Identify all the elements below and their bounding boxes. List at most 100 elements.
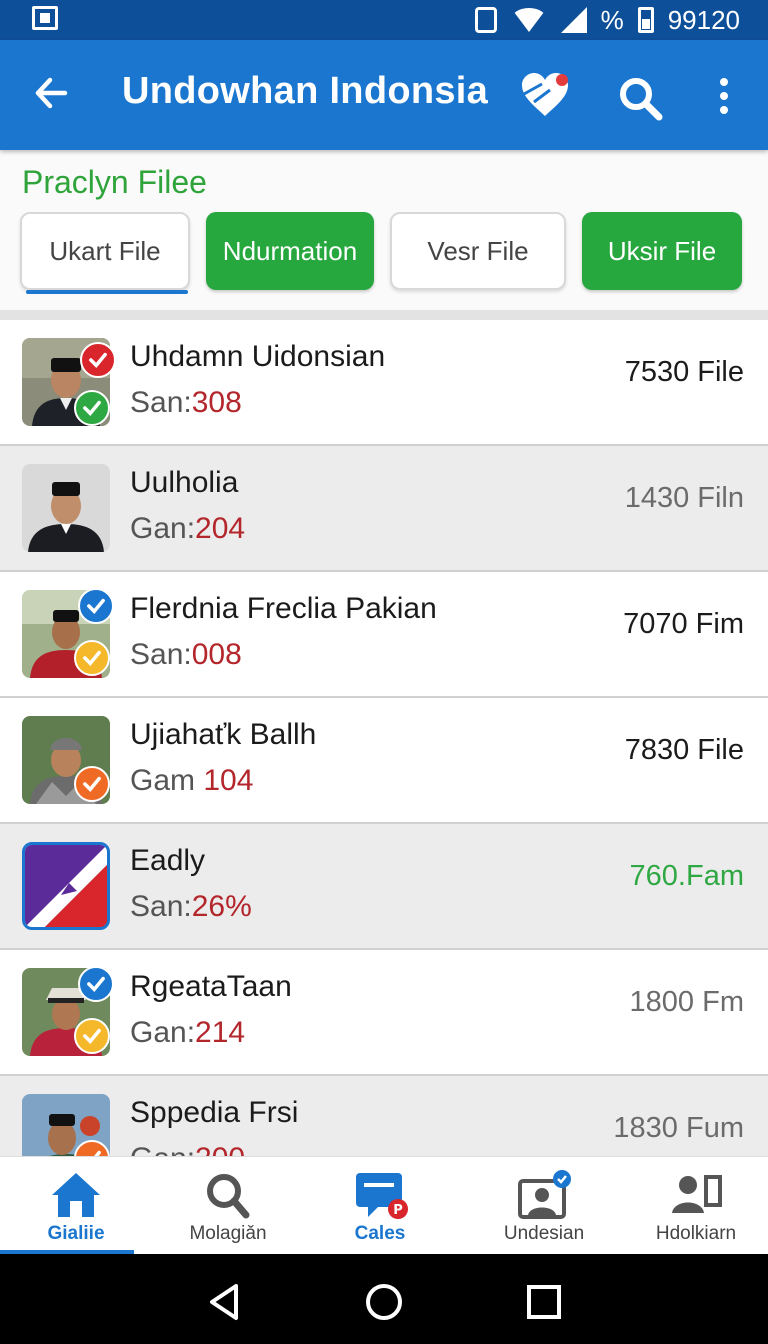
chat-badge-glyph: P: [393, 1203, 403, 1218]
blue-check-badge-icon: [78, 588, 114, 624]
tab-ndurmation[interactable]: Ndurmation: [206, 212, 374, 290]
chat-icon: P: [356, 1173, 408, 1219]
signal-icon: [560, 7, 587, 33]
nav-label: Hdolkiarn: [655, 1223, 737, 1244]
item-sub: San:308: [130, 386, 242, 420]
item-file-count: 1830 Fum: [613, 1112, 744, 1144]
item-sub-label: San:: [130, 638, 192, 671]
item-name: RɡeataTaan: [130, 970, 292, 1003]
item-sub-value: 214: [195, 1016, 246, 1049]
item-file-count: 7830 File: [624, 734, 744, 766]
red-check-badge-icon: [80, 342, 116, 378]
vibrate-icon: [474, 7, 497, 33]
item-sub-value: 308: [191, 386, 242, 419]
file-tabs: Ukart File Ndurmation Vesr File Uksir Fi…: [20, 212, 750, 294]
app-logo: [22, 842, 110, 930]
system-navigation-bar: [0, 1254, 768, 1344]
bottom-navigation: Gialiie Molagiǎn P Cales Undesian Hdolki…: [0, 1156, 768, 1254]
nav-label: Gialiie: [47, 1223, 105, 1244]
item-name: Flerdnia Freclia Pakian: [130, 592, 437, 625]
nav-item-search[interactable]: Molagiǎn: [152, 1157, 304, 1255]
item-name: Eadly: [130, 844, 206, 877]
search-icon[interactable]: [616, 74, 664, 122]
percent-symbol: %: [600, 4, 624, 35]
list-item[interactable]: Flerdnia Freclia Pakian San:008 7070 Fim: [0, 572, 768, 698]
nav-label: Undesian: [503, 1223, 585, 1244]
contacts-icon: [672, 1175, 722, 1213]
list-item[interactable]: Uhdamn Uidonsian San:308 7530 File: [0, 320, 768, 446]
section-title: Praclyn Filee: [22, 164, 207, 200]
item-sub-value: 200: [195, 1142, 245, 1156]
tab-label: Uksir File: [607, 235, 717, 266]
item-sub: Gan:200: [130, 1142, 245, 1156]
item-sub-value: 204: [195, 512, 246, 545]
orange-check-badge-icon: [74, 1140, 110, 1156]
tab-vesr-file[interactable]: Vesr File: [390, 212, 566, 290]
list-item[interactable]: RɡeataTaan Gan:214 1800 Fm: [0, 950, 768, 1076]
item-sub-label: Gan:: [130, 512, 196, 545]
nav-item-home[interactable]: Gialiie: [0, 1157, 152, 1255]
item-file-count: 7070 Fim: [623, 608, 744, 640]
nav-label: Molagiǎn: [189, 1223, 267, 1244]
item-sub-label: Gam: [130, 764, 196, 797]
tab-uksir-file[interactable]: Uksir File: [582, 212, 742, 290]
nav-item-verified-user[interactable]: Undesian: [468, 1157, 620, 1255]
list-item[interactable]: Sppedia Frsi Gan:200 1830 Fum: [0, 1076, 768, 1156]
yellow-check-badge-icon: [74, 1018, 110, 1054]
item-sub: Gan:204: [130, 512, 245, 546]
battery-icon: [637, 7, 654, 33]
heart-icon[interactable]: [520, 72, 570, 118]
item-sub-label: Gan:: [130, 1016, 196, 1049]
item-sub: Gam 104: [130, 764, 253, 798]
back-arrow-icon[interactable]: [34, 76, 68, 110]
item-sub: Gan:214: [130, 1016, 245, 1050]
more-vert-icon[interactable]: [716, 76, 732, 116]
item-name: Uhdamn Uidonsian: [130, 340, 386, 373]
item-file-count: 1430 Filn: [624, 482, 744, 514]
nav-item-contacts[interactable]: Hdolkiarn: [620, 1157, 768, 1255]
verified-user-icon: [518, 1170, 571, 1219]
file-list: Uhdamn Uidonsian San:308 7530 File Uulho…: [0, 320, 768, 1156]
status-number: 99120: [667, 4, 740, 35]
tab-ukart-file[interactable]: Ukart File: [20, 212, 190, 294]
blue-check-badge-icon: [78, 966, 114, 1002]
home-circle-icon[interactable]: [364, 1282, 404, 1322]
orange-check-badge-icon: [74, 766, 110, 802]
nav-label: Cales: [354, 1223, 406, 1244]
item-sub: San:26%: [130, 890, 252, 924]
item-sub-value: 104: [203, 764, 254, 797]
gallery-icon: [32, 6, 58, 30]
item-sub-value: 008: [191, 638, 242, 671]
tab-label: Ndurmation: [222, 235, 358, 266]
wifi-icon: [510, 8, 547, 32]
item-sub-label: Gan:: [130, 1142, 195, 1156]
back-triangle-icon[interactable]: [204, 1282, 244, 1322]
item-file-count: 1800 Fm: [629, 986, 744, 1018]
item-file-count: 7530 File: [624, 356, 744, 388]
item-sub-value: 26%: [191, 890, 252, 923]
divider: [0, 310, 768, 320]
item-file-count: 760.Fam: [629, 860, 744, 892]
recents-square-icon[interactable]: [524, 1282, 564, 1322]
nav-item-chat[interactable]: P Cales: [304, 1157, 456, 1255]
list-item[interactable]: Eadly San:26% 760.Fam: [0, 824, 768, 950]
app-bar: Undowhan Indonsia: [0, 40, 768, 150]
list-item[interactable]: Ujiahaťk Ballh Gam 104 7830 File: [0, 698, 768, 824]
tab-label: Ukart File: [49, 235, 161, 266]
yellow-check-badge-icon: [74, 640, 110, 676]
search-icon: [207, 1174, 250, 1219]
tab-label: Vesr File: [427, 235, 529, 266]
item-name: Ujiahaťk Ballh: [130, 718, 317, 751]
green-check-badge-icon: [74, 390, 110, 426]
list-item[interactable]: Uulholia Gan:204 1430 Filn: [0, 446, 768, 572]
item-name: Sppedia Frsi: [130, 1096, 299, 1129]
item-name: Uulholia: [130, 466, 239, 499]
home-icon: [52, 1173, 100, 1217]
item-sub: San:008: [130, 638, 242, 672]
item-sub-label: San:: [130, 386, 192, 419]
avatar: [22, 464, 110, 552]
item-sub-label: San:: [130, 890, 192, 923]
status-bar: % 99120: [0, 0, 768, 40]
app-title: Undowhan Indonsia: [122, 70, 489, 112]
tab-selected-indicator: [26, 290, 188, 294]
